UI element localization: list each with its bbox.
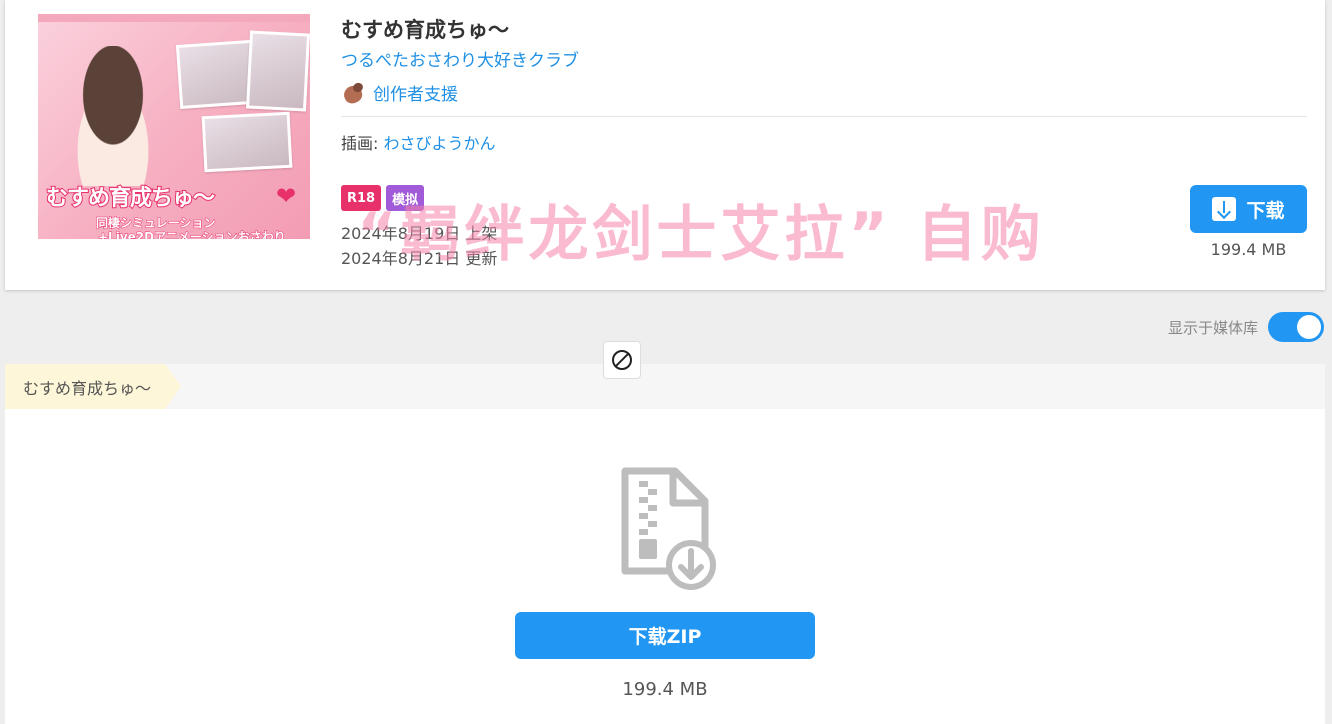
tag-badges: R18 模拟: [341, 185, 425, 211]
download-button[interactable]: 下载: [1190, 185, 1307, 233]
cover-image[interactable]: むすめ育成ちゅ〜 ❤ 同棲シミュレーション +Live2Dアニメーションおさわり: [38, 14, 310, 239]
block-button[interactable]: [603, 341, 641, 379]
creator-support-label: 创作者支援: [373, 85, 458, 105]
work-card: むすめ育成ちゅ〜 ❤ 同棲シミュレーション +Live2Dアニメーションおさわり…: [5, 0, 1325, 290]
r18-badge: R18: [341, 185, 382, 211]
illustrator-link[interactable]: わさびようかん: [384, 134, 496, 153]
update-date: 2024年8月21日 更新: [341, 249, 498, 268]
acorn-icon: [341, 82, 365, 104]
download-zip-button[interactable]: 下载ZIP: [515, 612, 815, 659]
media-library-toggle-row: 显示于媒体库: [1168, 312, 1324, 342]
genre-badge: 模拟: [386, 185, 425, 211]
file-panel: 下载ZIP 199.4 MB: [5, 409, 1325, 724]
download-button-label: 下载: [1246, 199, 1285, 222]
creator-support-link[interactable]: 创作者支援: [341, 80, 458, 105]
illustrator-row: 插画: わさびようかん: [341, 130, 496, 154]
divider: [341, 116, 1307, 117]
work-title: むすめ育成ちゅ〜: [341, 18, 509, 42]
cover-thumbnail: [246, 30, 310, 112]
illustrator-label: 插画:: [341, 134, 379, 153]
cover-title: むすめ育成ちゅ〜: [45, 185, 216, 212]
download-icon: [1212, 197, 1237, 221]
cover-character: [58, 46, 168, 186]
zip-size: 199.4 MB: [622, 679, 708, 700]
breadcrumb-item[interactable]: むすめ育成ちゅ〜: [5, 364, 181, 409]
dates: 2024年8月19日 上架 2024年8月21日 更新: [341, 221, 497, 271]
media-library-toggle[interactable]: [1268, 312, 1324, 342]
prohibited-icon: [612, 350, 632, 370]
download-size: 199.4 MB: [1210, 240, 1287, 259]
zip-download-icon: [621, 467, 716, 590]
media-library-label: 显示于媒体库: [1167, 318, 1258, 337]
circle-link[interactable]: つるぺたおさわり大好きクラブ: [341, 46, 579, 71]
release-date: 2024年8月19日 上架: [341, 224, 498, 243]
toggle-knob: [1297, 315, 1321, 339]
cover-subtitle: +Live2Dアニメーションおさわり: [98, 230, 287, 240]
breadcrumb: むすめ育成ちゅ〜: [5, 364, 1325, 409]
cover-thumbnail: [201, 111, 293, 173]
heart-icon: ❤: [276, 182, 297, 210]
